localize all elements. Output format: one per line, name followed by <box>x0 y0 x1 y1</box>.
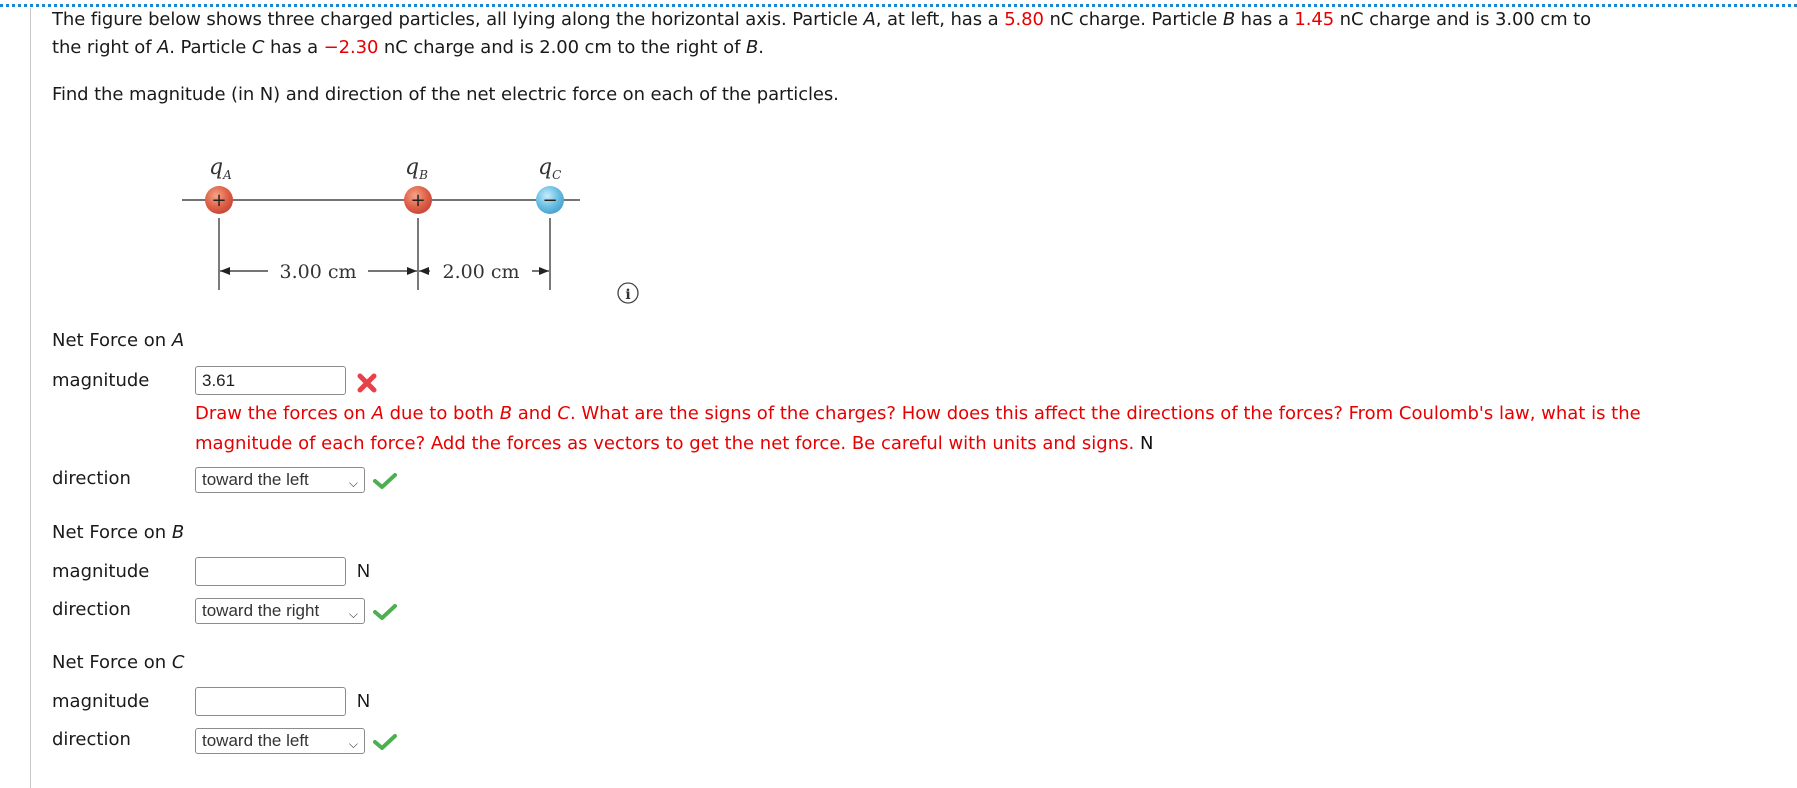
text-run: . Particle <box>169 37 252 58</box>
variable-name: A <box>157 37 170 58</box>
chevron-down-icon: ⌵ <box>348 607 358 621</box>
incorrect-x-icon <box>357 373 377 393</box>
magnitude-label-A: magnitude <box>52 370 150 391</box>
heading-net-force-A: Net Force on A <box>52 330 185 351</box>
info-icon[interactable]: i <box>617 282 639 304</box>
distance-AB: 3.00 cm <box>279 261 356 283</box>
particle-A: + <box>205 186 233 214</box>
left-border <box>30 8 31 788</box>
svg-text:+: + <box>211 190 226 211</box>
highlighted-value: −2.30 <box>323 37 379 58</box>
question-text: Find the magnitude (in N) and direction … <box>52 84 839 105</box>
text-run: Draw the forces on <box>195 403 372 424</box>
label-qB: qB <box>405 155 428 182</box>
label-qA: qA <box>209 155 232 182</box>
highlighted-value: 1.45 <box>1294 9 1335 30</box>
text-run: . <box>758 37 764 58</box>
problem-line-2: the right of A. Particle C has a −2.30 n… <box>52 34 764 61</box>
svg-text:i: i <box>625 287 630 303</box>
chevron-down-icon: ⌵ <box>348 476 358 490</box>
text-run: The figure below shows three charged par… <box>52 9 864 30</box>
text-run: nC charge. Particle <box>1043 9 1223 30</box>
hint-line-1: Draw the forces on A due to both B and C… <box>195 399 1641 429</box>
text-run: due to both <box>383 403 500 424</box>
magnitude-label-C: magnitude <box>52 691 150 712</box>
magnitude-input-A[interactable] <box>195 366 346 395</box>
direction-select-A[interactable]: toward the left ⌵ <box>195 467 365 493</box>
distance-BC: 2.00 cm <box>442 261 519 283</box>
charge-figure: qA qB qC + + − 3.00 cm 2.00 cm i <box>182 155 639 304</box>
text-run: nC charge and is 2.00 cm to the right of <box>378 37 746 58</box>
text-run: nC charge and is 3.00 cm to <box>1334 9 1592 30</box>
direction-label-A: direction <box>52 468 131 489</box>
direction-label-B: direction <box>52 599 131 620</box>
particle-C: − <box>536 186 564 214</box>
text-run: has a <box>1235 9 1295 30</box>
variable-name: C <box>557 403 570 424</box>
text-run: the right of <box>52 37 158 58</box>
correct-check-icon <box>373 473 397 489</box>
unit-B: N <box>357 561 370 581</box>
variable-name: C <box>251 37 265 58</box>
unit-A: N <box>1139 433 1154 454</box>
correct-check-icon <box>373 604 397 620</box>
magnitude-label-B: magnitude <box>52 561 150 582</box>
variable-name: B <box>499 403 513 424</box>
unit-C: N <box>357 691 370 711</box>
svg-text:−: − <box>542 190 557 211</box>
direction-select-B[interactable]: toward the right ⌵ <box>195 598 365 624</box>
particle-B: + <box>404 186 432 214</box>
heading-net-force-B: Net Force on B <box>52 522 185 543</box>
variable-name: A <box>863 9 876 30</box>
direction-select-C[interactable]: toward the left ⌵ <box>195 728 365 754</box>
magnitude-input-C[interactable] <box>195 687 346 716</box>
heading-net-force-C: Net Force on C <box>52 652 185 673</box>
variable-name: A <box>371 403 384 424</box>
variable-name: B <box>1222 9 1236 30</box>
highlighted-value: 5.80 <box>1004 9 1044 30</box>
magnitude-input-B[interactable] <box>195 557 346 586</box>
direction-label-C: direction <box>52 729 131 750</box>
variable-name: B <box>745 37 759 58</box>
problem-line-1: The figure below shows three charged par… <box>52 6 1591 33</box>
text-run: , at left, has a <box>875 9 1005 30</box>
label-qC: qC <box>538 155 561 182</box>
correct-check-icon <box>373 734 397 750</box>
chevron-down-icon: ⌵ <box>348 737 358 751</box>
text-run: . What are the signs of the charges? How… <box>569 403 1641 424</box>
text-run: and <box>512 403 558 424</box>
svg-text:+: + <box>410 190 425 211</box>
text-run: has a <box>264 37 324 58</box>
hint-line-2: magnitude of each force? Add the forces … <box>195 433 1154 454</box>
